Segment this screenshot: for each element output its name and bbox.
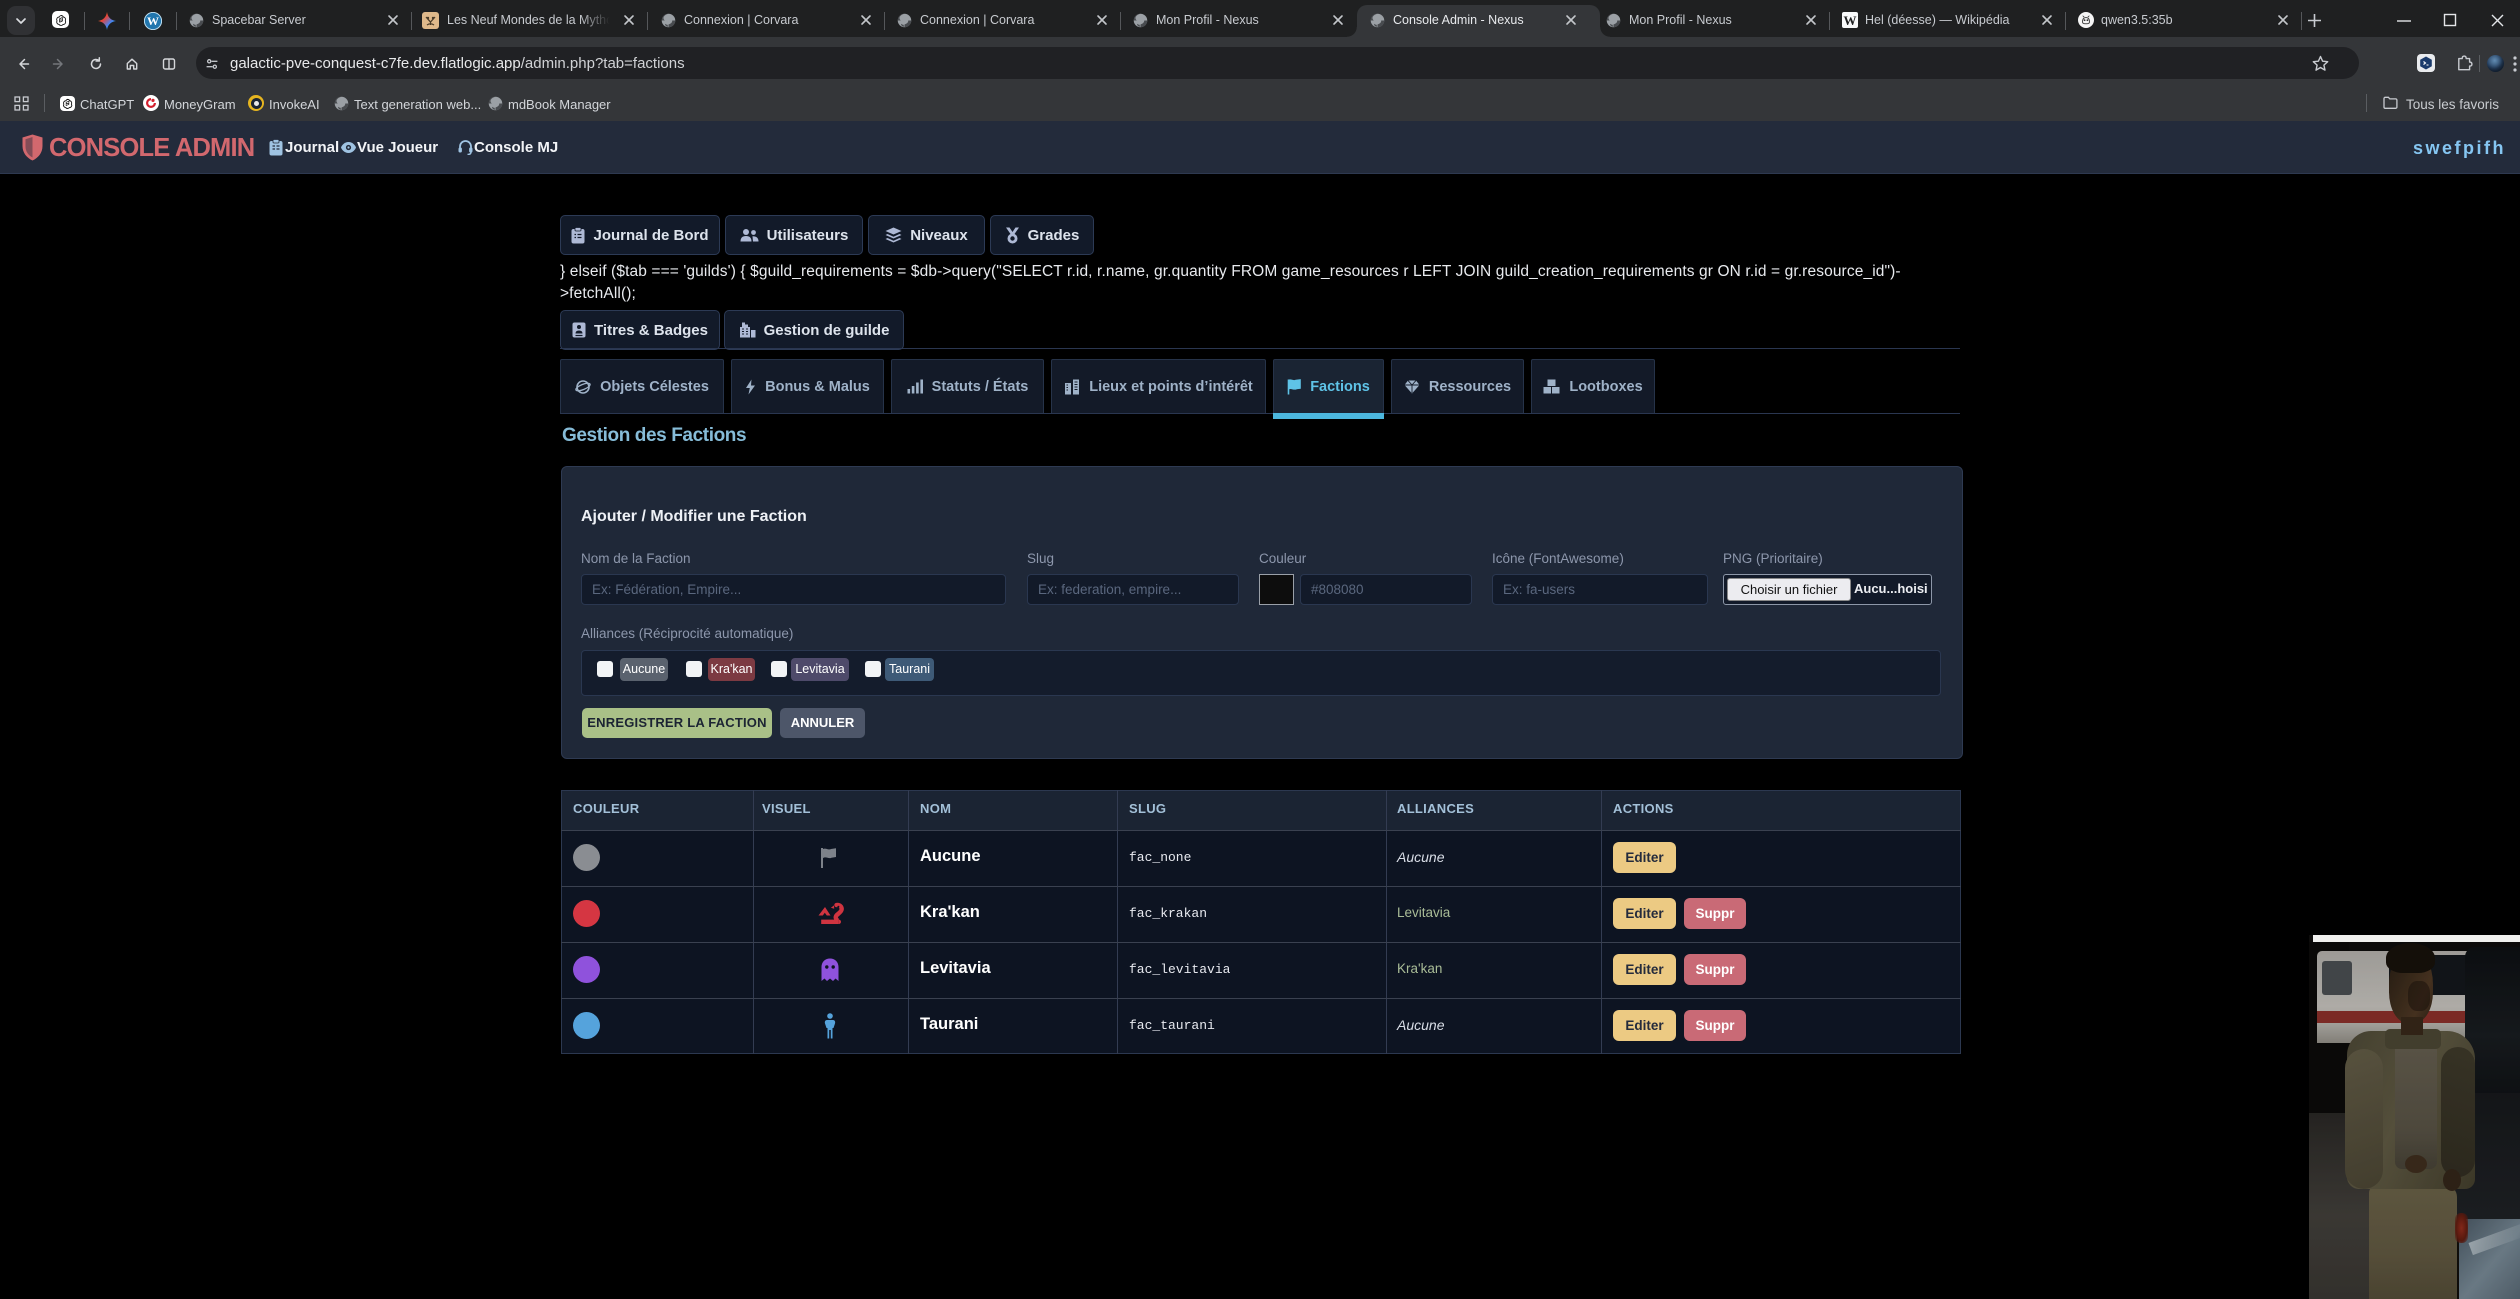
svg-text:W: W bbox=[147, 14, 159, 28]
